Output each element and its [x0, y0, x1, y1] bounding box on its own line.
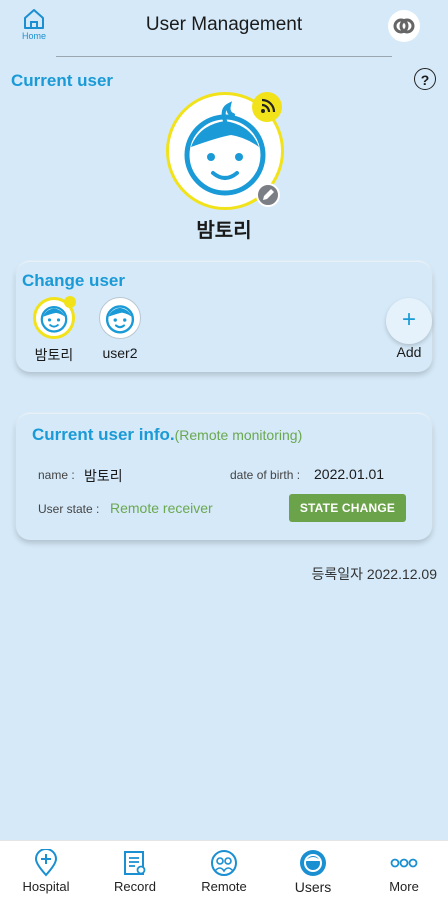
- user-avatar: [33, 296, 76, 339]
- user-item-label: user2: [102, 345, 138, 361]
- nav-label: More: [389, 879, 419, 894]
- edit-avatar-button[interactable]: [256, 183, 280, 207]
- user-info-subtitle: (Remote monitoring): [174, 427, 303, 443]
- nav-item-hospital[interactable]: Hospital: [6, 841, 86, 901]
- page-title: User Management: [145, 14, 303, 35]
- add-user-label: Add: [396, 344, 422, 360]
- nav-item-users[interactable]: Users: [273, 841, 353, 901]
- nav-item-record[interactable]: Record: [95, 841, 175, 901]
- nav-item-remote[interactable]: Remote: [184, 841, 264, 901]
- state-label: User state :: [38, 502, 100, 516]
- users-icon: [300, 850, 326, 876]
- hospital-pin-icon: [34, 849, 58, 877]
- nav-label: Hospital: [22, 879, 70, 894]
- user-item-label: 밤토리: [34, 347, 74, 363]
- nav-label: Remote: [201, 879, 247, 894]
- dob-label: date of birth :: [230, 468, 301, 482]
- pencil-icon: [263, 189, 274, 200]
- remote-icon: [211, 850, 237, 876]
- header-divider: [56, 56, 392, 57]
- user-avatar: [99, 297, 141, 339]
- nav-item-more[interactable]: More: [364, 841, 444, 901]
- user-item-bamtori[interactable]: 밤토리: [26, 296, 82, 365]
- record-icon: [124, 851, 146, 875]
- change-user-title: Change user: [22, 271, 125, 290]
- user-item-user2[interactable]: user2: [94, 297, 146, 361]
- current-user-name: 밤토리: [196, 220, 252, 242]
- link-rings-icon: [393, 18, 415, 34]
- signal-icon: [261, 98, 276, 113]
- name-label: name :: [38, 468, 75, 482]
- more-icon: [390, 858, 418, 868]
- nav-label: Record: [114, 879, 156, 894]
- bottom-nav: Hospital Record Remote Users More: [0, 840, 448, 901]
- signal-badge: [64, 296, 76, 308]
- current-user-title: Current user: [11, 71, 114, 90]
- remote-signal-badge: [252, 92, 282, 122]
- add-user-button[interactable]: +: [386, 298, 432, 344]
- user-info-title: Current user info.: [32, 425, 175, 444]
- link-button[interactable]: [388, 10, 420, 42]
- dob-value: 2022.01.01: [314, 466, 385, 482]
- state-value: Remote receiver: [110, 500, 213, 516]
- registration-date: 등록일자 2022.12.09: [311, 566, 437, 582]
- state-change-button[interactable]: STATE CHANGE: [289, 494, 406, 522]
- name-value: 밤토리: [84, 468, 123, 484]
- user-info-header: Current user info.(Remote monitoring): [32, 425, 302, 445]
- child-face-icon: [105, 305, 135, 334]
- nav-label: Users: [294, 879, 332, 895]
- help-button[interactable]: ?: [414, 68, 436, 90]
